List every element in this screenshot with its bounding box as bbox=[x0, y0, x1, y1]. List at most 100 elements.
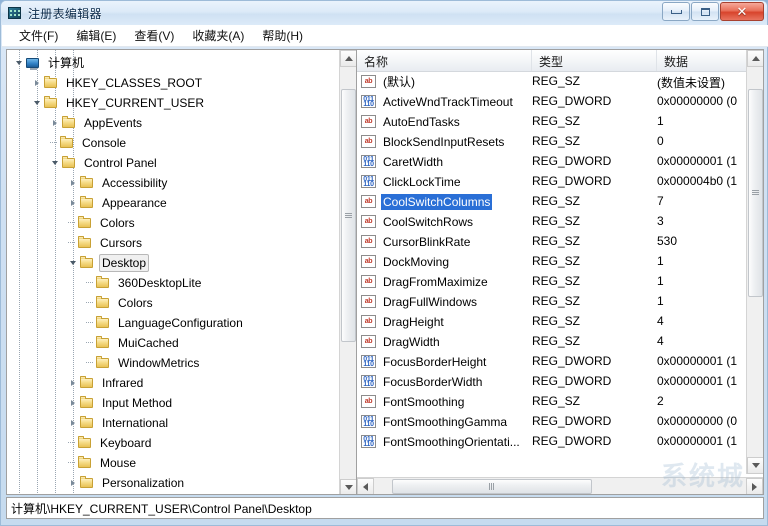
value-row[interactable]: 011110ClickLockTimeREG_DWORD0x000004b0 (… bbox=[357, 172, 748, 192]
title-bar[interactable]: 注册表编辑器 ✕ bbox=[1, 1, 767, 25]
tree-item-personalization[interactable]: Personalization bbox=[7, 473, 339, 493]
tree-item-control-panel[interactable]: Control Panel bbox=[7, 153, 339, 173]
value-row[interactable]: 011110FocusBorderHeightREG_DWORD0x000000… bbox=[357, 352, 748, 372]
values-list[interactable]: ab(默认)REG_SZ(数值未设置)011110ActiveWndTrackT… bbox=[357, 72, 748, 474]
tree-scroll-down-button[interactable] bbox=[340, 479, 356, 495]
tree-item-colors[interactable]: Colors bbox=[7, 213, 339, 233]
tree-item-windowmetrics[interactable]: WindowMetrics bbox=[7, 353, 339, 373]
value-row[interactable]: abDragFromMaximizeREG_SZ1 bbox=[357, 272, 748, 292]
tree-item-colors[interactable]: Colors bbox=[7, 293, 339, 313]
value-row[interactable]: 011110FocusBorderWidthREG_DWORD0x0000000… bbox=[357, 372, 748, 392]
expand-arrow-icon[interactable] bbox=[67, 373, 79, 393]
value-type: REG_SZ bbox=[532, 394, 580, 408]
tree-item-desktop[interactable]: Desktop bbox=[7, 253, 339, 273]
expand-arrow-icon[interactable] bbox=[67, 473, 79, 493]
values-horizontal-scrollbar[interactable] bbox=[357, 477, 763, 494]
collapse-arrow-icon[interactable] bbox=[67, 253, 79, 273]
value-row[interactable]: 011110CaretWidthREG_DWORD0x00000001 (1 bbox=[357, 152, 748, 172]
tree-item-input-method[interactable]: Input Method bbox=[7, 393, 339, 413]
collapse-arrow-icon[interactable] bbox=[49, 153, 61, 173]
values-hscrollbar-thumb[interactable] bbox=[392, 479, 592, 494]
menu-edit[interactable]: 编辑(E) bbox=[67, 25, 125, 46]
value-row[interactable]: abFontSmoothingREG_SZ2 bbox=[357, 392, 748, 412]
tree-item-label: Personalization bbox=[99, 475, 187, 491]
expand-arrow-icon[interactable] bbox=[31, 73, 43, 93]
collapse-arrow-icon[interactable] bbox=[31, 93, 43, 113]
value-type: REG_DWORD bbox=[532, 154, 611, 168]
values-column-header[interactable]: 名称类型数据 bbox=[357, 50, 763, 72]
tree-item-keyboard[interactable]: Keyboard bbox=[7, 433, 339, 453]
tree-scroll-up-button[interactable] bbox=[340, 50, 356, 67]
tree-item-console[interactable]: Console bbox=[7, 133, 339, 153]
folder-icon bbox=[79, 255, 95, 271]
tree-item-label: 计算机 bbox=[45, 55, 87, 71]
close-button[interactable]: ✕ bbox=[720, 2, 764, 21]
value-row[interactable]: ab(默认)REG_SZ(数值未设置) bbox=[357, 72, 748, 92]
tree-item-360desktoplite[interactable]: 360DesktopLite bbox=[7, 273, 339, 293]
tree-item-infrared[interactable]: Infrared bbox=[7, 373, 339, 393]
tree-connector bbox=[49, 133, 59, 153]
values-scroll-left-button[interactable] bbox=[357, 478, 374, 495]
tree-item-accessibility[interactable]: Accessibility bbox=[7, 173, 339, 193]
column-data[interactable]: 数据 bbox=[657, 50, 748, 71]
value-row[interactable]: abDragWidthREG_SZ4 bbox=[357, 332, 748, 352]
tree-item--[interactable]: 计算机 bbox=[7, 53, 339, 73]
folder-icon bbox=[77, 235, 93, 251]
value-data: 4 bbox=[657, 314, 664, 328]
value-row[interactable]: abAutoEndTasksREG_SZ1 bbox=[357, 112, 748, 132]
registry-tree-pane[interactable]: 计算机HKEY_CLASSES_ROOTHKEY_CURRENT_USERApp… bbox=[6, 49, 356, 495]
value-row[interactable]: abCursorBlinkRateREG_SZ530 bbox=[357, 232, 748, 252]
tree-item-appevents[interactable]: AppEvents bbox=[7, 113, 339, 133]
registry-tree[interactable]: 计算机HKEY_CLASSES_ROOTHKEY_CURRENT_USERApp… bbox=[7, 50, 339, 494]
tree-scrollbar-thumb[interactable] bbox=[341, 89, 356, 342]
values-scrollbar-thumb[interactable] bbox=[748, 89, 763, 297]
tree-item-label: Accessibility bbox=[99, 175, 170, 191]
value-row[interactable]: abCoolSwitchColumnsREG_SZ7 bbox=[357, 192, 748, 212]
expand-arrow-icon[interactable] bbox=[49, 113, 61, 133]
tree-item-label: Desktop bbox=[99, 254, 149, 272]
value-row[interactable]: abDockMovingREG_SZ1 bbox=[357, 252, 748, 272]
minimize-button[interactable] bbox=[662, 2, 690, 21]
tree-item-appearance[interactable]: Appearance bbox=[7, 193, 339, 213]
tree-item-international[interactable]: International bbox=[7, 413, 339, 433]
value-row[interactable]: 011110FontSmoothingGammaREG_DWORD0x00000… bbox=[357, 412, 748, 432]
menu-file[interactable]: 文件(F) bbox=[10, 25, 67, 46]
value-data: 2 bbox=[657, 394, 664, 408]
value-row[interactable]: abDragFullWindowsREG_SZ1 bbox=[357, 292, 748, 312]
maximize-button[interactable] bbox=[691, 2, 719, 21]
value-cells: REG_SZ(数值未设置) bbox=[357, 72, 748, 92]
column-type[interactable]: 类型 bbox=[532, 50, 657, 71]
value-row[interactable]: abDragHeightREG_SZ4 bbox=[357, 312, 748, 332]
tree-item-languageconfiguration[interactable]: LanguageConfiguration bbox=[7, 313, 339, 333]
tree-item-hkey-current-user[interactable]: HKEY_CURRENT_USER bbox=[7, 93, 339, 113]
values-scroll-right-button[interactable] bbox=[746, 478, 763, 495]
value-row[interactable]: abBlockSendInputResetsREG_SZ0 bbox=[357, 132, 748, 152]
folder-icon bbox=[95, 295, 111, 311]
value-cells: REG_DWORD0x00000001 (1 bbox=[357, 152, 748, 172]
tree-item-muicached[interactable]: MuiCached bbox=[7, 333, 339, 353]
value-type: REG_DWORD bbox=[532, 174, 611, 188]
value-row[interactable]: 011110ActiveWndTrackTimeoutREG_DWORD0x00… bbox=[357, 92, 748, 112]
collapse-arrow-icon[interactable] bbox=[13, 53, 25, 73]
values-vertical-scrollbar[interactable] bbox=[746, 50, 763, 474]
tree-item-label: Mouse bbox=[97, 455, 139, 471]
expand-arrow-icon[interactable] bbox=[67, 173, 79, 193]
values-scroll-up-button[interactable] bbox=[747, 50, 764, 67]
registry-values-pane[interactable]: 名称类型数据 ab(默认)REG_SZ(数值未设置)011110ActiveWn… bbox=[356, 49, 764, 495]
tree-vertical-scrollbar[interactable] bbox=[339, 50, 356, 495]
column-name[interactable]: 名称 bbox=[357, 50, 532, 71]
value-type: REG_SZ bbox=[532, 134, 580, 148]
folder-icon bbox=[79, 395, 95, 411]
expand-arrow-icon[interactable] bbox=[67, 193, 79, 213]
menu-view[interactable]: 查看(V) bbox=[125, 25, 183, 46]
menu-favorites[interactable]: 收藏夹(A) bbox=[183, 25, 253, 46]
menu-help[interactable]: 帮助(H) bbox=[253, 25, 312, 46]
value-row[interactable]: abCoolSwitchRowsREG_SZ3 bbox=[357, 212, 748, 232]
tree-item-hkey-classes-root[interactable]: HKEY_CLASSES_ROOT bbox=[7, 73, 339, 93]
expand-arrow-icon[interactable] bbox=[67, 413, 79, 433]
tree-item-cursors[interactable]: Cursors bbox=[7, 233, 339, 253]
expand-arrow-icon[interactable] bbox=[67, 393, 79, 413]
tree-item-mouse[interactable]: Mouse bbox=[7, 453, 339, 473]
value-row[interactable]: 011110FontSmoothingOrientati...REG_DWORD… bbox=[357, 432, 748, 452]
values-scroll-down-button[interactable] bbox=[747, 457, 764, 474]
